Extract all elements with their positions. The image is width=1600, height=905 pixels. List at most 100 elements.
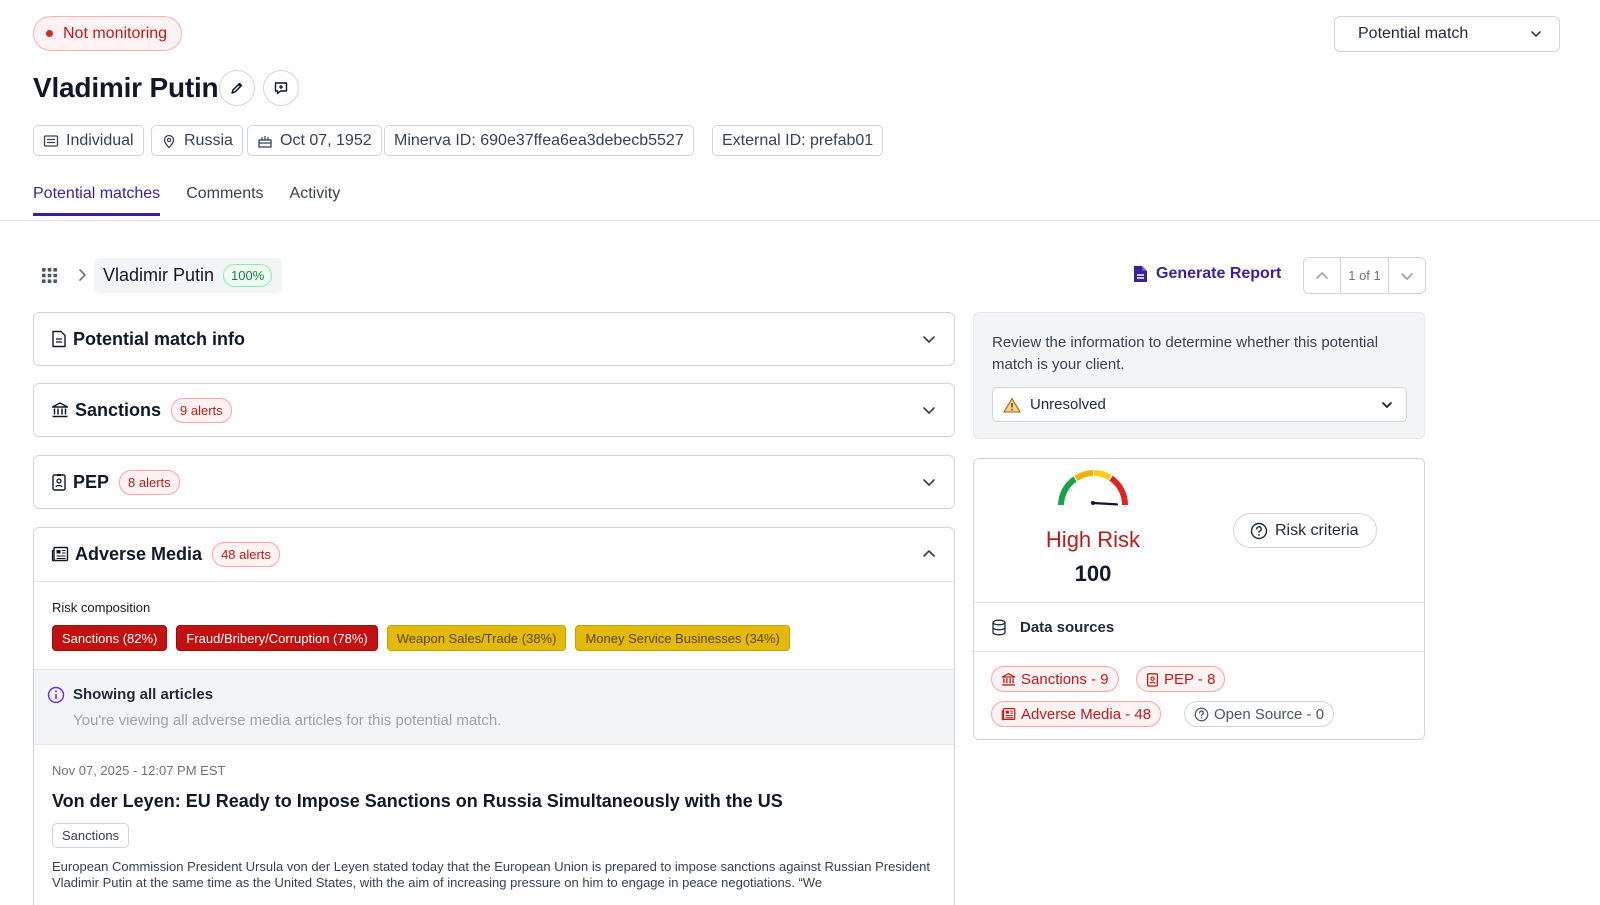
source-sanctions-label: Sanctions - 9: [1021, 670, 1109, 688]
chevron-down-icon: [1529, 27, 1543, 41]
match-status-select[interactable]: Potential match: [1334, 16, 1560, 52]
monitoring-status-badge[interactable]: Not monitoring: [33, 16, 183, 51]
bank-icon: [1001, 672, 1016, 687]
article-title[interactable]: Von der Leyen: EU Ready to Impose Sancti…: [52, 791, 783, 812]
newspaper-icon: [51, 546, 69, 562]
review-instructions: Review the information to determine whet…: [992, 334, 1379, 373]
chip-country-label: Russia: [184, 131, 233, 149]
article-date: Nov 07, 2025 - 12:07 PM EST: [52, 763, 226, 778]
chevron-down-icon: [1380, 398, 1394, 412]
id-card-icon: [43, 133, 59, 149]
chip-external-id: External ID: prefab01: [712, 125, 884, 156]
data-sources-heading: Data sources: [991, 619, 1114, 636]
source-chip-pep[interactable]: PEP - 8: [1136, 666, 1226, 692]
pep-title: PEP: [73, 471, 110, 492]
match-status-value: Potential match: [1358, 25, 1469, 42]
risk-score-value: 100: [1074, 561, 1112, 586]
sanctions-title: Sanctions: [75, 399, 162, 420]
chip-external-id-label: External ID: prefab01: [722, 131, 874, 149]
adverse-media-panel: Adverse Media 48 alerts Risk composition…: [33, 527, 955, 905]
location-pin-icon: [161, 133, 177, 149]
resolution-value: Unresolved: [1030, 396, 1106, 413]
source-chip-adverse-media[interactable]: Adverse Media - 48: [991, 701, 1162, 727]
cake-icon: [257, 133, 273, 149]
source-chip-sanctions[interactable]: Sanctions - 9: [991, 666, 1119, 692]
chip-minerva-id-label: Minerva ID: 690e37ffea6ea3debecb5527: [394, 131, 684, 149]
adverse-media-alerts-badge: 48 alerts: [212, 541, 280, 567]
risk-composition-tags: Sanctions (82%) Fraud/Bribery/Corruption…: [52, 625, 790, 651]
chevron-up-icon[interactable]: [921, 546, 937, 562]
potential-match-info-title: Potential match info: [73, 328, 246, 349]
add-comment-button[interactable]: [263, 70, 299, 106]
chip-entity-type: Individual: [33, 125, 144, 156]
previous-match-button[interactable]: [1304, 258, 1340, 293]
badge-id-icon: [1146, 672, 1159, 687]
chip-minerva-id: Minerva ID: 690e37ffea6ea3debecb5527: [384, 125, 694, 156]
edit-button[interactable]: [219, 70, 255, 106]
sanctions-alerts-badge: 9 alerts: [171, 397, 232, 423]
pager-count: 1 of 1: [1340, 258, 1389, 293]
tab-comments[interactable]: Comments: [186, 185, 263, 216]
source-adverse-media-label: Adverse Media - 48: [1021, 705, 1152, 723]
comment-icon: [273, 80, 289, 96]
chip-date-of-birth: Oct 07, 1952: [247, 125, 382, 156]
notice-title: Showing all articles: [73, 686, 214, 703]
tab-activity[interactable]: Activity: [290, 185, 341, 216]
grid-menu-icon[interactable]: [41, 267, 58, 284]
risk-score-card: High Risk 100 Risk criteria Data sources…: [973, 458, 1425, 740]
potential-match-info-panel[interactable]: Potential match info: [33, 312, 955, 366]
warning-icon: [1003, 397, 1021, 413]
risk-tag[interactable]: Fraud/Bribery/Corruption (78%): [176, 625, 378, 651]
monitoring-status-label: Not monitoring: [63, 24, 168, 42]
chevron-down-icon: [1399, 268, 1415, 284]
next-match-button[interactable]: [1389, 258, 1425, 293]
pep-panel[interactable]: PEP 8 alerts: [33, 455, 955, 509]
divider: [974, 602, 1424, 603]
tabs-divider: [0, 220, 1600, 221]
chevron-down-icon[interactable]: [921, 331, 937, 347]
showing-all-articles-notice: Showing all articles You're viewing all …: [34, 669, 954, 745]
document-outline-icon: [51, 330, 67, 348]
generate-report-label: Generate Report: [1156, 265, 1282, 282]
adverse-media-title: Adverse Media: [75, 543, 203, 564]
risk-criteria-label: Risk criteria: [1275, 521, 1359, 539]
source-pep-label: PEP - 8: [1164, 670, 1216, 688]
generate-report-button[interactable]: Generate Report: [1133, 265, 1281, 283]
help-circle-icon: [1250, 522, 1268, 540]
risk-composition-label: Risk composition: [52, 600, 151, 615]
risk-tag[interactable]: Money Service Businesses (34%): [575, 625, 790, 651]
divider: [34, 581, 954, 582]
article-body: European Commission President Ursula von…: [52, 859, 931, 890]
risk-criteria-button[interactable]: Risk criteria: [1233, 513, 1377, 548]
chevron-down-icon[interactable]: [921, 474, 937, 490]
pep-alerts-badge: 8 alerts: [119, 469, 180, 495]
status-dot: [46, 30, 53, 37]
chip-entity-type-label: Individual: [66, 131, 134, 149]
database-icon: [991, 619, 1007, 636]
risk-level-label: High Risk: [1045, 527, 1141, 552]
chip-dob-label: Oct 07, 1952: [280, 131, 372, 149]
risk-tag[interactable]: Sanctions (82%): [52, 625, 168, 651]
pencil-icon: [229, 80, 245, 96]
help-circle-icon: [1194, 707, 1209, 722]
resolution-select[interactable]: Unresolved: [992, 387, 1407, 422]
chip-country: Russia: [151, 125, 243, 156]
breadcrumb-name: Vladimir Putin: [103, 265, 215, 285]
match-pager: 1 of 1: [1303, 257, 1426, 294]
risk-gauge-icon: [1057, 469, 1129, 509]
risk-tag[interactable]: Weapon Sales/Trade (38%): [386, 625, 567, 651]
chevron-up-icon: [1314, 268, 1330, 284]
chevron-down-icon[interactable]: [921, 402, 937, 418]
page-title: Vladimir Putin: [33, 72, 219, 103]
adverse-media-header[interactable]: Adverse Media 48 alerts: [34, 528, 954, 580]
match-percent-badge: 100%: [223, 264, 273, 287]
notice-subtitle: You're viewing all adverse media article…: [73, 712, 502, 729]
sanctions-panel[interactable]: Sanctions 9 alerts: [33, 383, 955, 437]
newspaper-icon: [1001, 707, 1016, 721]
tab-potential-matches[interactable]: Potential matches: [33, 185, 161, 216]
badge-id-icon: [51, 473, 67, 491]
info-icon: [47, 686, 65, 704]
breadcrumb-current-match[interactable]: Vladimir Putin 100%: [94, 258, 283, 293]
document-icon: [1133, 265, 1148, 283]
source-chip-open-source[interactable]: Open Source - 0: [1184, 701, 1335, 727]
